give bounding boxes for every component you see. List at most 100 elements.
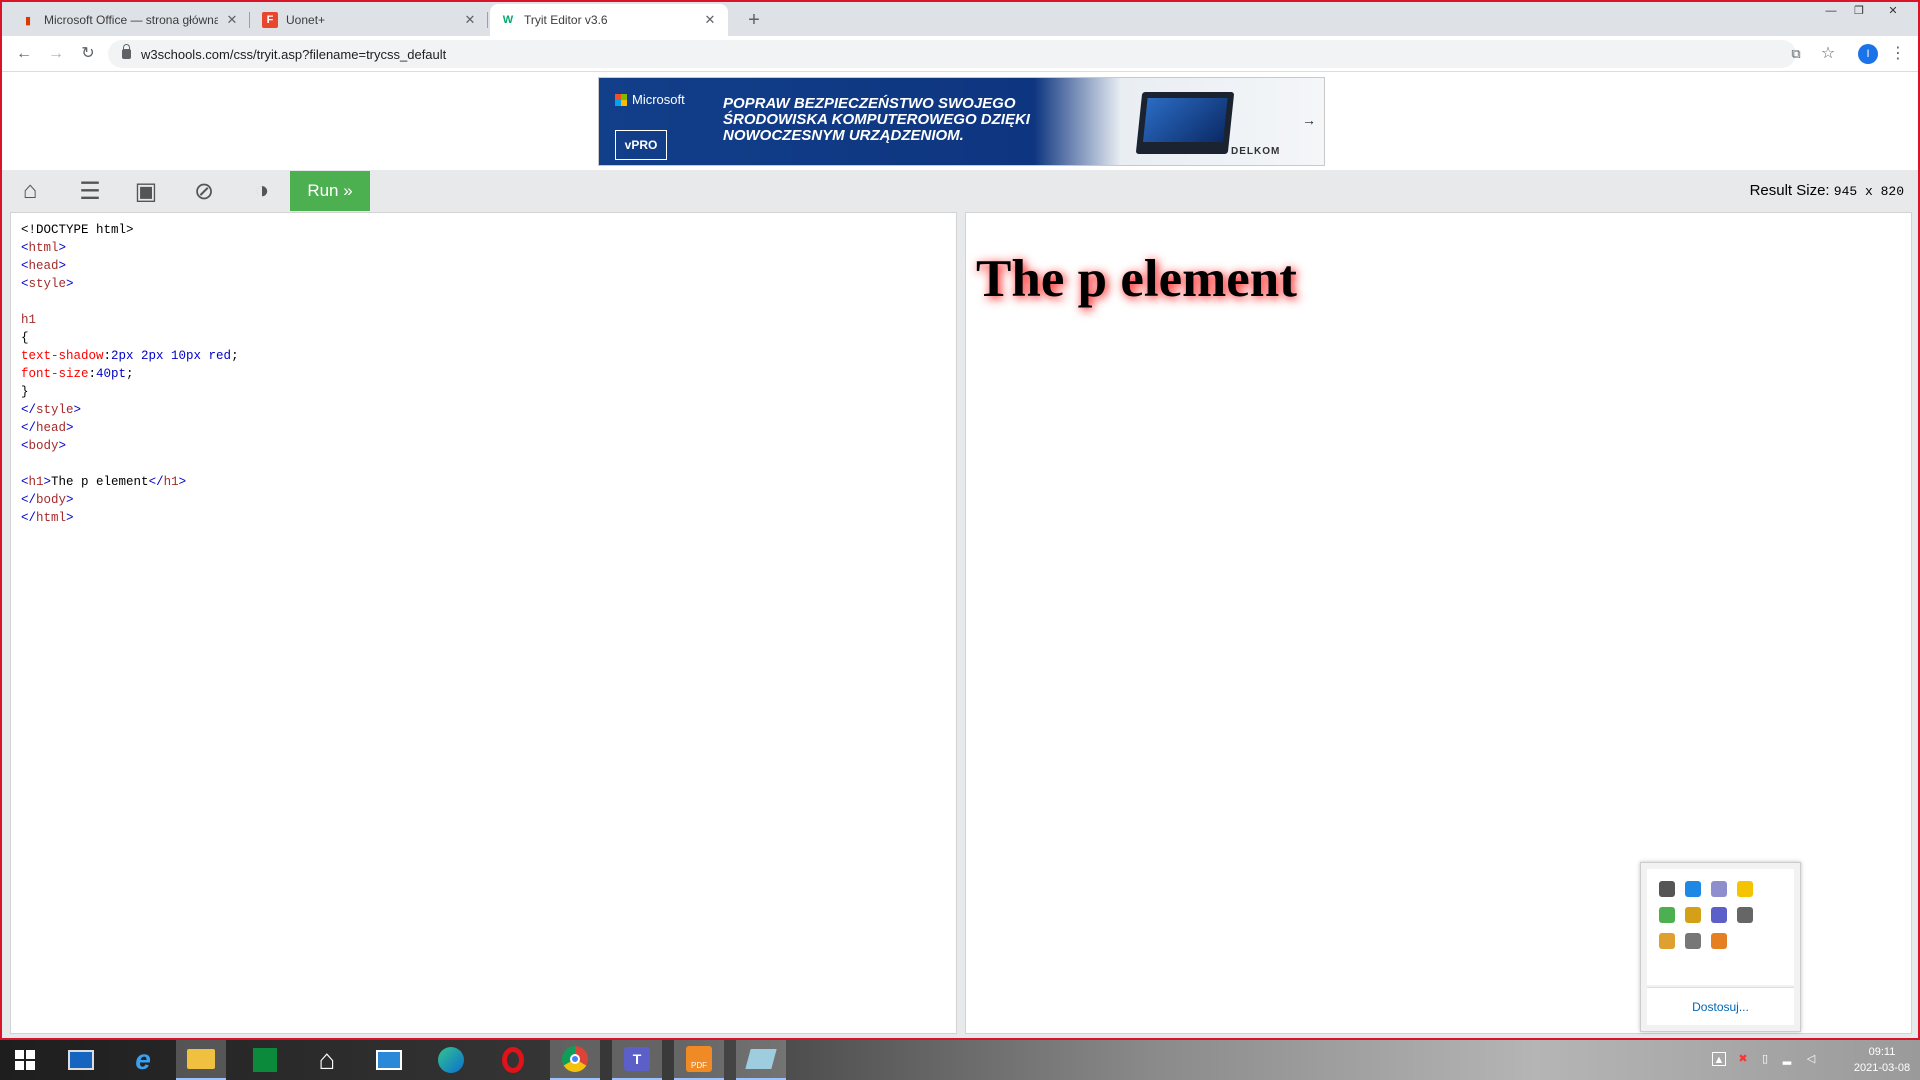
save-icon[interactable]: ▣ [122,170,170,212]
home-app-icon[interactable]: ⌂ [302,1040,352,1080]
ad-brand: Microsoft [632,92,685,107]
run-button[interactable]: Run » [290,171,370,211]
code-line: text-shadow:2px 2px 10px red; [21,347,946,365]
code-token: h1 [28,475,44,489]
ad-banner[interactable]: Microsoft vPRO POPRAW BEZPIECZEŃSTWO SWO… [598,77,1325,166]
tab-strip: ▮ Microsoft Office — strona główna ✕ F U… [2,2,1918,36]
package-icon[interactable] [1685,907,1701,923]
tab-tryit[interactable]: W Tryit Editor v3.6 ✕ [490,4,728,36]
code-token: } [21,385,29,399]
code-token: body [28,439,59,453]
home-icon[interactable]: ⌂ [6,170,54,212]
translate-icon[interactable]: ⧉ [1784,42,1808,66]
customize-link[interactable]: Dostosuj... [1647,987,1794,1025]
result-heading: The p element [976,250,1297,308]
code-token: font-size [21,367,89,381]
address-bar[interactable]: w3schools.com/css/tryit.asp?filename=try… [108,40,1796,68]
update-icon[interactable] [1737,881,1753,897]
reload-icon[interactable]: ↻ [76,42,100,66]
opera-icon[interactable] [488,1040,538,1080]
code-token: head [36,421,67,435]
new-tab-button[interactable]: + [740,6,768,34]
code-token: </ [148,475,164,489]
chrome-icon[interactable] [550,1040,600,1080]
teams-icon[interactable] [1711,907,1727,923]
code-token: > [66,511,74,525]
security-check-icon[interactable] [1659,907,1675,923]
wifi-icon[interactable]: ▂ [1780,1052,1794,1066]
monitor-icon[interactable] [1659,881,1675,897]
rotate-layout-icon[interactable]: ⊘ [180,170,228,212]
code-line: </head> [21,419,946,437]
restore-button[interactable]: ❐ [1842,2,1876,20]
menu-dots-icon[interactable]: ⋮ [1886,42,1910,66]
forward-icon[interactable]: → [44,42,68,66]
profile-avatar[interactable]: I [1858,44,1878,64]
lenovo-settings-icon[interactable] [56,1040,106,1080]
code-line: <body> [21,437,946,455]
code-line: <h1>The p element</h1> [21,473,946,491]
bookmark-star-icon[interactable]: ☆ [1816,42,1840,66]
code-token: head [28,259,59,273]
code-token: < [21,277,29,291]
code-token: ; [231,349,239,363]
printer-icon[interactable] [1685,933,1701,949]
antivirus-icon[interactable] [1711,881,1727,897]
code-token: style [28,277,67,291]
code-token: ; [126,367,134,381]
network-app-icon[interactable] [1685,881,1701,897]
laptop-image [1135,92,1235,154]
tryit-toolbar: ⌂ ☰ ▣ ⊘ ◑ Run » Result Size: 945 x 820 [2,170,1918,212]
code-line: <!DOCTYPE html> [21,221,946,239]
code-token: > [43,475,52,489]
code-line: </body> [21,491,946,509]
device-icon[interactable] [1737,907,1753,923]
code-line: <style> [21,275,946,293]
mail-icon[interactable] [364,1040,414,1080]
edge-icon[interactable] [426,1040,476,1080]
ad-headline: POPRAW BEZPIECZEŃSTWO SWOJEGO ŚRODOWISKA… [723,95,1030,144]
back-icon[interactable]: ← [12,42,36,66]
url-text: w3schools.com/css/tryit.asp?filename=try… [141,46,447,62]
browser-window: ▮ Microsoft Office — strona główna ✕ F U… [0,0,1920,1040]
file-explorer-icon[interactable] [176,1040,226,1080]
clock[interactable]: 09:11 2021-03-08 [1852,1044,1912,1076]
tab-uonet[interactable]: F Uonet+ ✕ [252,4,488,36]
editor-app-icon[interactable] [736,1040,786,1080]
menu-icon[interactable]: ☰ [66,170,114,212]
code-token: > [58,241,67,255]
code-token: > [58,259,67,273]
lock-icon [122,44,131,59]
pdf-app-icon[interactable]: PDF [674,1040,724,1080]
editor-panes: <!DOCTYPE html> <html> <head> <style> h1{tex… [2,212,1918,1038]
code-token: </ [21,511,37,525]
theme-toggle-icon[interactable]: ◑ [238,170,286,212]
close-icon[interactable]: ✕ [462,12,478,28]
close-icon[interactable]: ✕ [224,12,240,28]
teams-icon[interactable]: T [612,1040,662,1080]
internet-explorer-icon[interactable]: e [118,1040,168,1080]
folder-icon[interactable] [1659,933,1675,949]
uonet-icon: F [262,12,278,28]
arrow-right-icon[interactable]: → [1302,112,1316,128]
close-icon[interactable]: ✕ [702,12,718,28]
battery-icon[interactable]: ▯ [1758,1052,1772,1066]
close-window-button[interactable]: ✕ [1876,2,1910,20]
code-line: h1 [21,311,946,329]
code-token: </ [21,421,37,435]
code-line: <html> [21,239,946,257]
network-error-icon[interactable]: ✖ [1736,1052,1750,1066]
tab-title: Microsoft Office — strona główna [44,13,218,27]
show-hidden-icons-button[interactable]: ▲ [1712,1052,1726,1066]
volume-icon[interactable]: ◁ [1804,1052,1818,1066]
code-token: h1 [163,475,179,489]
code-token: 2px 2px 10px red [111,349,232,363]
code-editor[interactable]: <!DOCTYPE html> <html> <head> <style> h1{tex… [10,212,957,1034]
start-button[interactable] [0,1040,50,1080]
taskbar: e ⌂ T PDF ▲ ✖ ▯ ▂ ◁ 09:11 2021-03-08 [0,1040,1920,1080]
tab-office[interactable]: ▮ Microsoft Office — strona główna ✕ [10,4,250,36]
code-token: <!DOCTYPE html> [21,223,134,237]
app-icon[interactable] [1711,933,1727,949]
store-icon[interactable] [240,1040,290,1080]
